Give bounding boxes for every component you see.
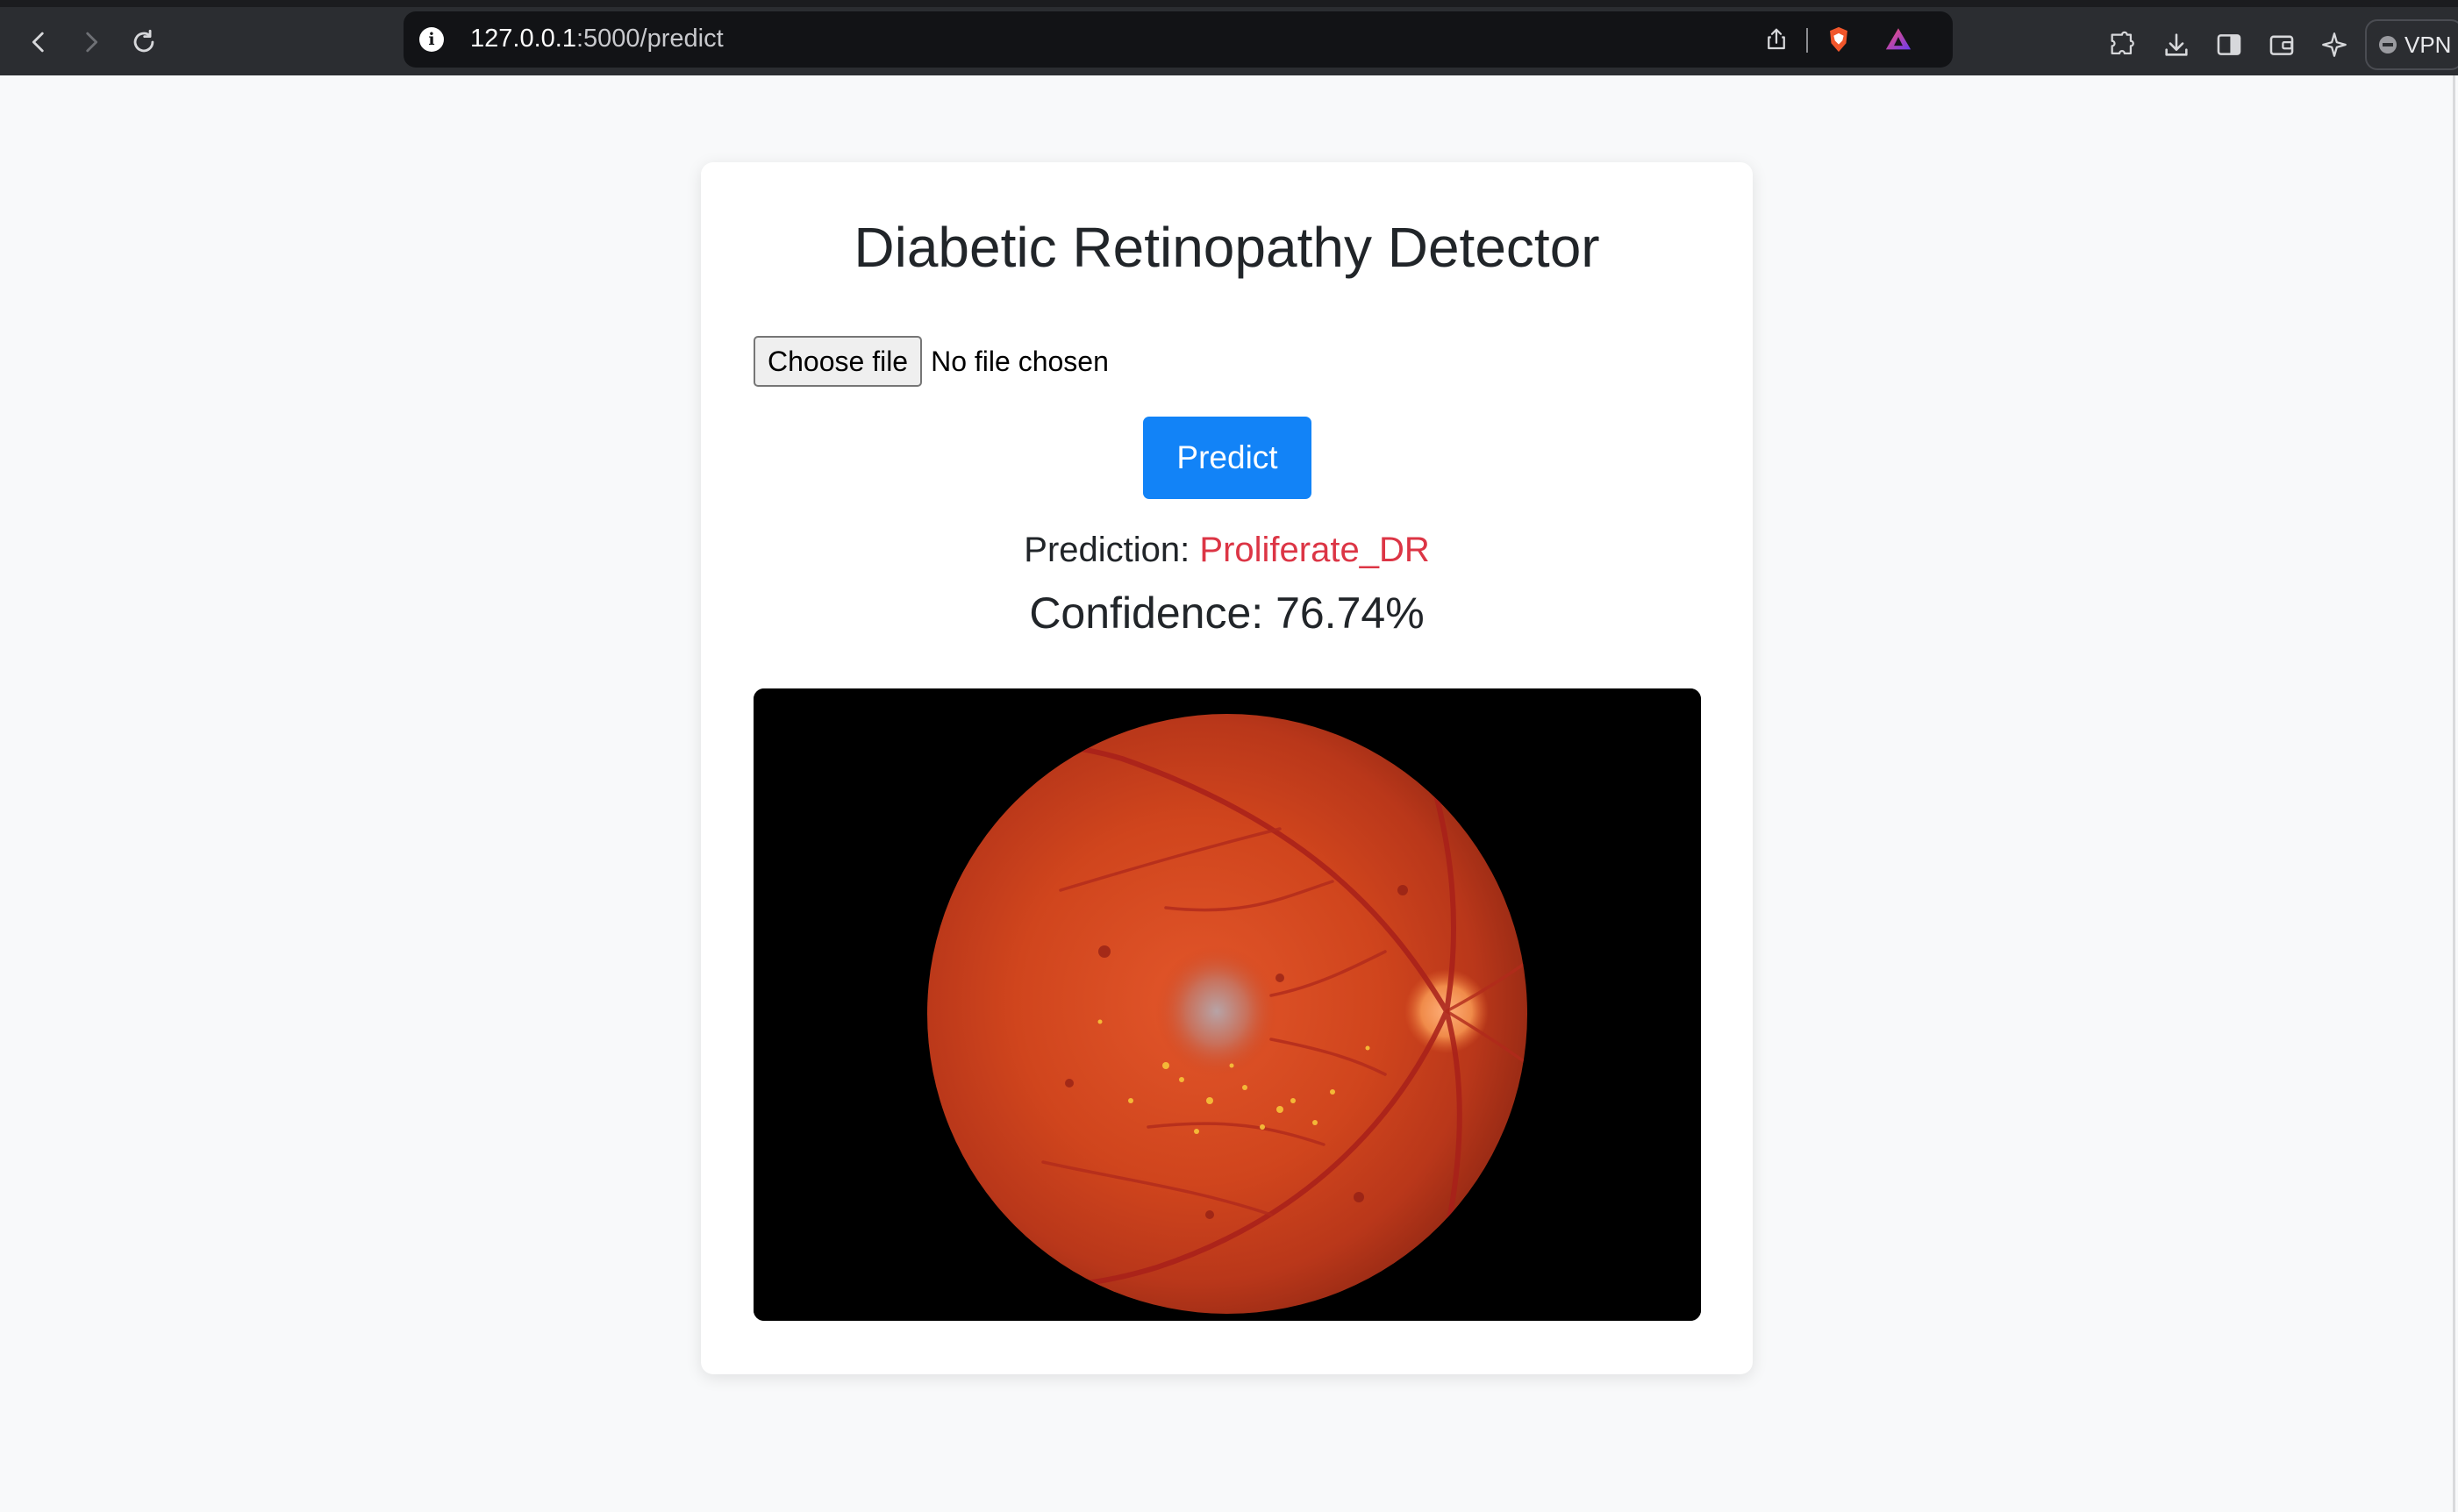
choose-file-button[interactable]: Choose file [754, 336, 923, 387]
sidebar-icon[interactable] [2209, 25, 2249, 65]
back-icon[interactable] [16, 19, 61, 65]
leo-ai-icon[interactable] [2314, 25, 2354, 65]
extensions-icon[interactable] [2102, 25, 2142, 65]
address-bar[interactable]: i 127.0.0.1:5000/predict [404, 11, 1953, 68]
file-input[interactable]: Choose file No file chosen [754, 335, 1109, 388]
reload-icon[interactable] [121, 19, 167, 65]
file-status: No file chosen [931, 345, 1109, 377]
url-text[interactable]: 127.0.0.1:5000/predict [470, 25, 724, 53]
brave-shields-icon[interactable] [1821, 22, 1856, 57]
predict-button[interactable]: Predict [1143, 417, 1311, 499]
downloads-icon[interactable] [2156, 25, 2197, 65]
browser-toolbar: i 127.0.0.1:5000/predict VPN [0, 0, 2458, 75]
retina-illustration [754, 688, 1701, 1321]
page-title: Diabetic Retinopathy Detector [854, 216, 1600, 279]
prediction-line: Prediction: Proliferate_DR [701, 531, 1753, 570]
detector-card: Diabetic Retinopathy Detector Choose fil… [701, 162, 1753, 1374]
forward-icon[interactable] [68, 19, 114, 65]
url-host: 127.0.0.1 [470, 25, 576, 53]
wallet-icon[interactable] [2262, 25, 2302, 65]
url-separator [1806, 28, 1808, 53]
site-info-icon[interactable]: i [419, 27, 444, 52]
confidence-text: Confidence: 76.74% [1029, 588, 1425, 638]
fundus-image [754, 688, 1701, 1321]
share-icon[interactable] [1759, 22, 1794, 57]
prediction-value: Proliferate_DR [1199, 531, 1430, 569]
vpn-label: VPN [2404, 31, 2452, 58]
url-path: :5000/predict [575, 25, 724, 53]
vpn-icon [2379, 36, 2397, 53]
scrollbar-edge [2453, 75, 2455, 1512]
brave-rewards-icon[interactable] [1881, 22, 1916, 57]
prediction-label: Prediction: [1024, 531, 1190, 569]
vpn-button[interactable]: VPN [2365, 19, 2458, 70]
